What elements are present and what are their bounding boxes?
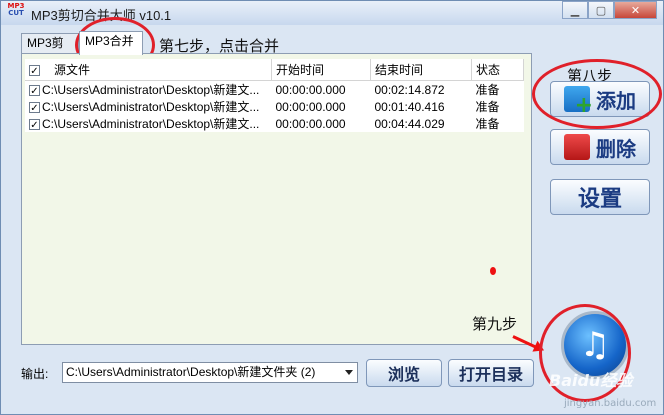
row-source: C:\Users\Administrator\Desktop\新建文... (42, 100, 260, 114)
settings-button[interactable]: 设置 (550, 179, 650, 215)
annotation-circle-add (532, 59, 662, 129)
row-source-cell: ✓ C:\Users\Administrator\Desktop\新建文... (25, 80, 272, 98)
table-row[interactable]: ✓ C:\Users\Administrator\Desktop\新建文... 0… (25, 115, 524, 132)
delete-button[interactable]: 删除 (550, 129, 650, 165)
row-checkbox[interactable]: ✓ (29, 119, 40, 131)
app-logo-icon: MP3 CUT (6, 3, 26, 23)
row-source: C:\Users\Administrator\Desktop\新建文... (42, 117, 260, 131)
window-controls: ▁ ▢ ✕ (562, 1, 657, 19)
app-window: MP3 CUT MP3剪切合并大师 v10.1 ▁ ▢ ✕ MP3剪切 MP3合… (0, 0, 664, 415)
browse-button[interactable]: 浏览 (366, 359, 442, 387)
row-start: 00:00:00.000 (271, 80, 371, 98)
row-end: 00:02:14.872 (370, 80, 472, 98)
row-status: 准备 (471, 80, 524, 98)
annotation-dot (490, 267, 496, 275)
header-status[interactable]: 状态 (471, 59, 524, 81)
row-status: 准备 (471, 115, 524, 132)
output-label: 输出: (21, 367, 49, 381)
chevron-down-icon[interactable] (345, 370, 353, 375)
minimize-icon: ▁ (570, 3, 580, 17)
tab-mp3-merge[interactable]: MP3合并 (79, 31, 143, 55)
close-icon: ✕ (630, 3, 641, 17)
delete-button-label: 删除 (596, 136, 636, 161)
watermark-url: jingyan.baidu.com (564, 398, 657, 409)
minimize-button[interactable]: ▁ (562, 1, 588, 19)
table-row[interactable]: ✓ C:\Users\Administrator\Desktop\新建文... 0… (25, 80, 524, 98)
row-source-cell: ✓ C:\Users\Administrator\Desktop\新建文... (25, 115, 272, 132)
row-checkbox[interactable]: ✓ (29, 85, 40, 97)
row-start: 00:00:00.000 (271, 98, 371, 115)
row-checkbox[interactable]: ✓ (29, 102, 40, 114)
row-start: 00:00:00.000 (271, 115, 371, 132)
tab-mp3-cut[interactable]: MP3剪切 (21, 33, 79, 68)
maximize-button[interactable]: ▢ (588, 1, 614, 19)
annotation-step9: 第九步 (472, 315, 518, 333)
app-logo-text-bottom: CUT (8, 9, 24, 17)
header-source[interactable]: ✓ 源文件 (25, 59, 272, 81)
header-start[interactable]: 开始时间 (271, 59, 371, 81)
output-path-select[interactable]: C:\Users\Administrator\Desktop\新建文件夹 (2) (62, 362, 358, 383)
select-all-checkbox[interactable]: ✓ (29, 65, 40, 77)
delete-file-icon (564, 134, 590, 160)
output-path-value: C:\Users\Administrator\Desktop\新建文件夹 (2) (66, 365, 316, 379)
row-status: 准备 (471, 98, 524, 115)
watermark-text: Baidu经验 (549, 371, 633, 390)
row-end: 00:04:44.029 (370, 115, 472, 132)
close-button[interactable]: ✕ (614, 1, 657, 19)
open-folder-button[interactable]: 打开目录 (448, 359, 534, 387)
file-table: ✓ 源文件 开始时间 结束时间 状态 ✓ C:\Users\Administrato… (25, 59, 524, 132)
settings-button-label: 设置 (577, 187, 622, 212)
file-list-panel: ✓ 源文件 开始时间 结束时间 状态 ✓ C:\Users\Administrato… (21, 53, 532, 345)
table-header-row: ✓ 源文件 开始时间 结束时间 状态 (25, 59, 524, 81)
maximize-icon: ▢ (595, 3, 607, 17)
header-source-label: 源文件 (54, 63, 91, 77)
header-end[interactable]: 结束时间 (370, 59, 472, 81)
row-end: 00:01:40.416 (370, 98, 472, 115)
row-source: C:\Users\Administrator\Desktop\新建文... (42, 83, 260, 97)
row-source-cell: ✓ C:\Users\Administrator\Desktop\新建文... (25, 98, 272, 115)
table-row[interactable]: ✓ C:\Users\Administrator\Desktop\新建文... 0… (25, 98, 524, 115)
